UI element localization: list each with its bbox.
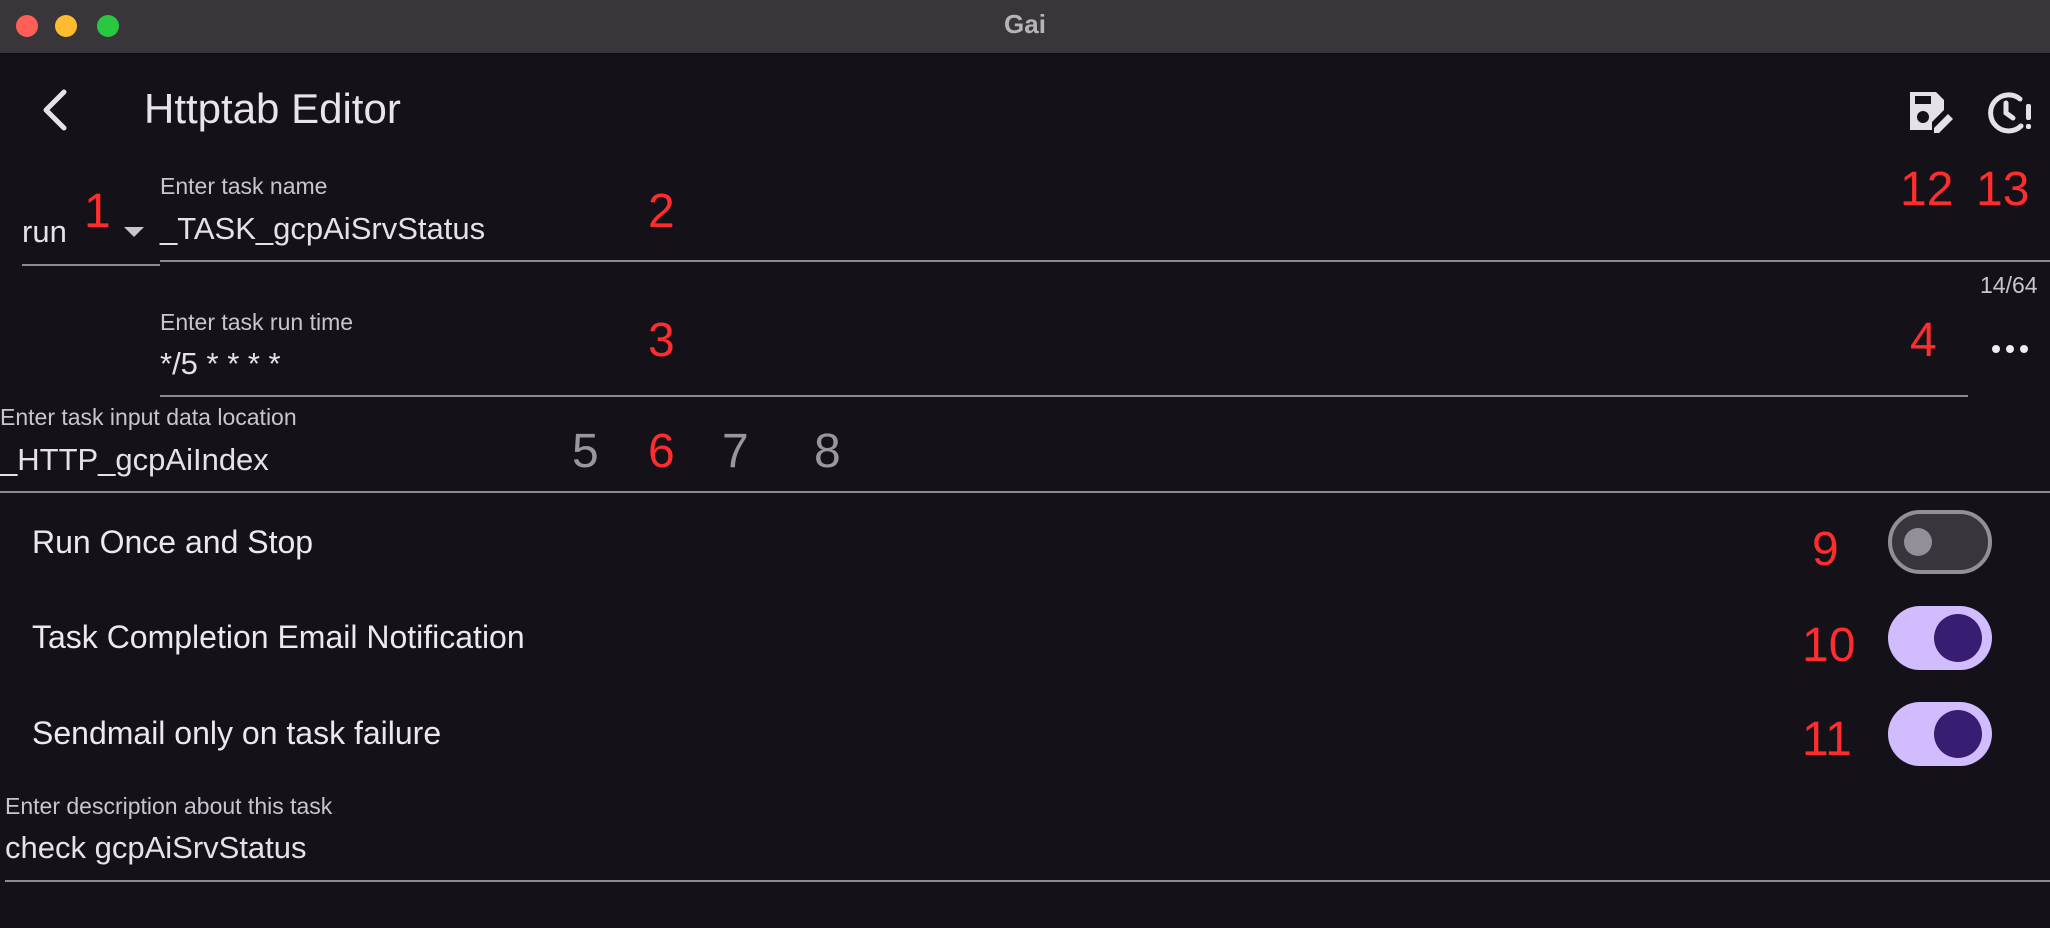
save-edit-icon bbox=[1910, 92, 1953, 133]
task-name-char-counter: 14/64 bbox=[1980, 272, 2038, 298]
run-time-input[interactable]: */5 * * * * bbox=[160, 345, 281, 383]
sendmail-failure-label: Sendmail only on task failure bbox=[32, 715, 442, 751]
window-titlebar: Gai bbox=[0, 0, 2050, 54]
marker-7: 7 bbox=[722, 425, 749, 478]
page-title: Httptab Editor bbox=[144, 85, 401, 132]
input-location-underline bbox=[0, 491, 2050, 493]
run-time-underline bbox=[160, 395, 1968, 397]
marker-5: 5 bbox=[572, 425, 599, 478]
sendmail-failure-switch[interactable] bbox=[1888, 702, 1992, 766]
marker-4: 4 bbox=[1910, 314, 1937, 367]
marker-1: 1 bbox=[84, 185, 111, 238]
email-notification-switch[interactable] bbox=[1888, 606, 1992, 670]
marker-3: 3 bbox=[648, 314, 675, 367]
description-input[interactable]: check gcpAiSrvStatus bbox=[5, 829, 307, 867]
task-name-input[interactable]: _TASK_gcpAiSrvStatus bbox=[160, 210, 485, 248]
switch-knob bbox=[1934, 710, 1982, 758]
description-underline bbox=[5, 880, 2050, 882]
marker-6: 6 bbox=[648, 425, 675, 478]
task-status-button[interactable] bbox=[1984, 86, 2034, 136]
run-time-label: Enter task run time bbox=[160, 309, 354, 335]
marker-2: 2 bbox=[648, 185, 675, 238]
email-notification-label: Task Completion Email Notification bbox=[32, 619, 525, 655]
task-type-dropdown[interactable]: run bbox=[22, 213, 67, 251]
marker-13: 13 bbox=[1976, 163, 2030, 216]
run-time-more-button[interactable] bbox=[1990, 337, 2030, 361]
marker-10: 10 bbox=[1802, 619, 1856, 672]
input-location-label: Enter task input data location bbox=[0, 404, 297, 430]
timer-alert-icon bbox=[1988, 92, 2031, 134]
marker-8: 8 bbox=[814, 425, 841, 478]
window-title: Gai bbox=[1004, 9, 1046, 39]
run-once-switch[interactable] bbox=[1888, 510, 1992, 574]
input-location-input[interactable]: _HTTP_gcpAiIndex bbox=[0, 441, 269, 479]
task-name-label: Enter task name bbox=[160, 173, 328, 199]
task-type-underline bbox=[22, 264, 160, 266]
chevron-left-icon bbox=[43, 89, 67, 131]
save-button[interactable] bbox=[1904, 86, 1954, 136]
switch-knob bbox=[1934, 614, 1982, 662]
marker-11: 11 bbox=[1802, 713, 1852, 766]
marker-12: 12 bbox=[1900, 163, 1954, 216]
back-button[interactable] bbox=[36, 84, 74, 136]
task-name-underline bbox=[160, 260, 2050, 262]
marker-9: 9 bbox=[1812, 523, 1839, 576]
run-once-label: Run Once and Stop bbox=[32, 524, 314, 560]
dropdown-arrow-icon[interactable] bbox=[124, 227, 144, 237]
switch-knob bbox=[1904, 528, 1932, 556]
description-label: Enter description about this task bbox=[5, 793, 333, 819]
